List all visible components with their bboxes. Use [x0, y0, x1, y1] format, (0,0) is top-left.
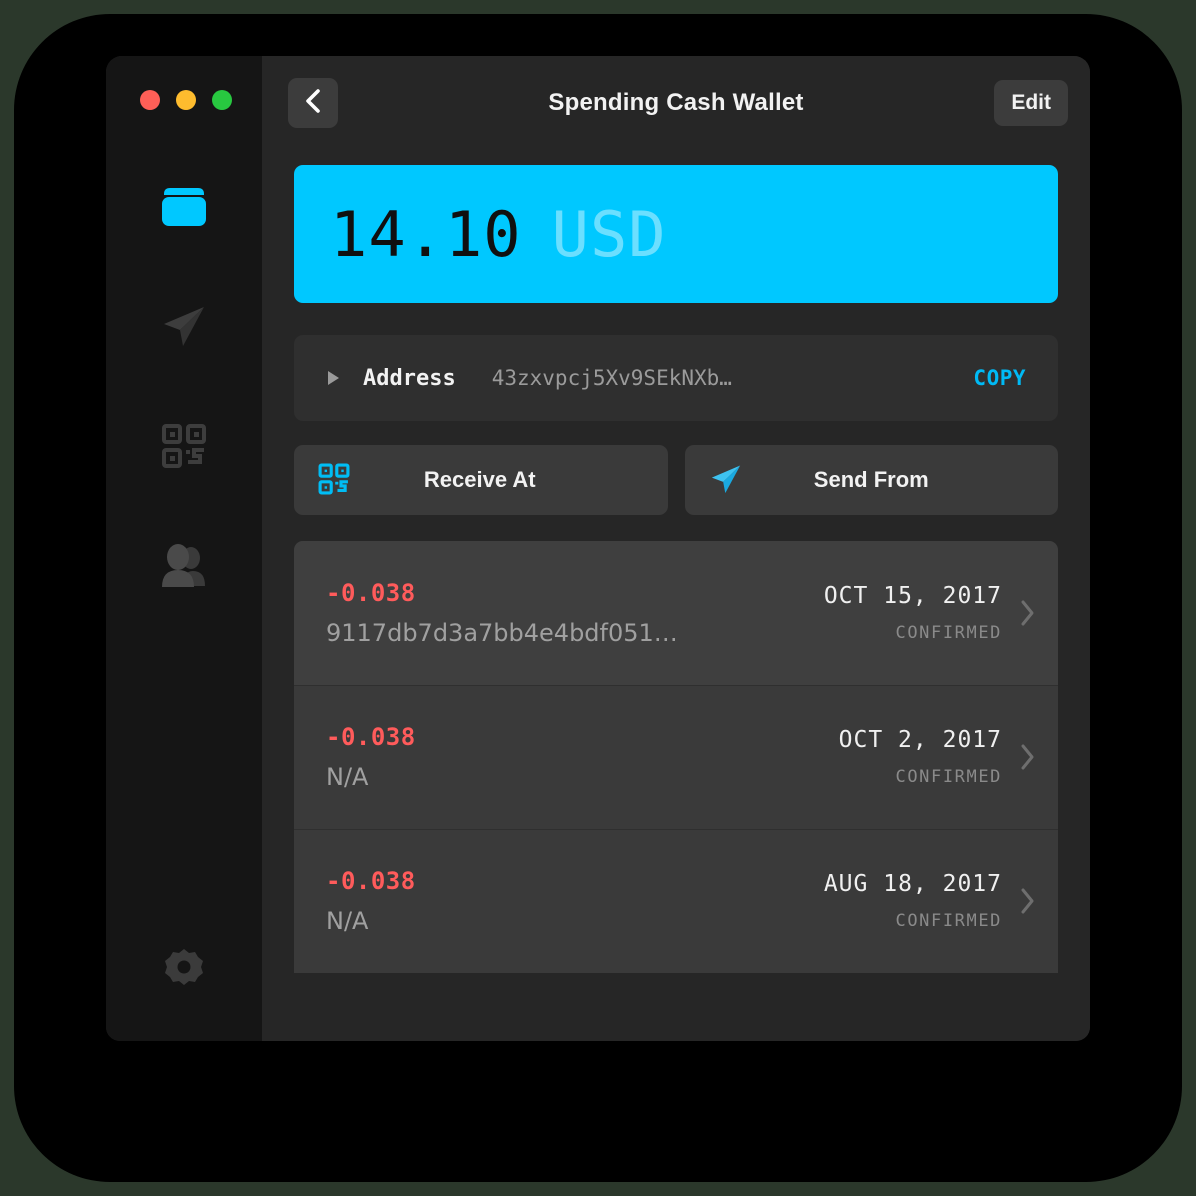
edit-button[interactable]: Edit — [994, 80, 1068, 126]
status-badge: CONFIRMED — [895, 911, 1002, 931]
sidebar-item-wallet[interactable] — [148, 172, 220, 244]
sidebar — [106, 56, 262, 1041]
sidebar-nav — [148, 172, 220, 604]
chevron-right-icon — [1020, 743, 1036, 771]
table-row[interactable]: -0.038 N/A OCT 2, 2017 CONFIRMED — [294, 685, 1058, 829]
transaction-hash: 9117db7d3a7bb4e4bdf051… — [326, 619, 678, 647]
transaction-secondary: AUG 18, 2017 CONFIRMED — [824, 871, 1002, 931]
close-window-button[interactable] — [140, 90, 160, 110]
sidebar-item-receive[interactable] — [148, 412, 220, 484]
transaction-date: OCT 15, 2017 — [824, 583, 1002, 609]
transaction-date: AUG 18, 2017 — [824, 871, 1002, 897]
contacts-icon — [159, 544, 209, 593]
balance-card[interactable]: 14.10 USD — [294, 165, 1058, 303]
table-row[interactable]: -0.038 N/A AUG 18, 2017 CONFIRMED — [294, 829, 1058, 973]
status-badge: CONFIRMED — [895, 767, 1002, 787]
chevron-right-icon — [1020, 887, 1036, 915]
send-icon — [160, 302, 208, 355]
sidebar-footer — [106, 933, 262, 1005]
transaction-hash: N/A — [326, 763, 416, 791]
copy-address-button[interactable]: COPY — [967, 365, 1032, 391]
qr-code-icon — [318, 463, 350, 498]
triangle-right-icon[interactable] — [328, 371, 339, 385]
transaction-list: -0.038 9117db7d3a7bb4e4bdf051… OCT 15, 2… — [294, 541, 1058, 973]
transaction-date: OCT 2, 2017 — [839, 727, 1002, 753]
qr-code-icon — [161, 423, 207, 474]
receive-at-button[interactable]: Receive At — [294, 445, 668, 515]
chevron-left-icon — [304, 88, 322, 117]
back-button[interactable] — [288, 78, 338, 128]
sidebar-item-contacts[interactable] — [148, 532, 220, 604]
transaction-primary: -0.038 N/A — [326, 867, 416, 935]
page-title: Spending Cash Wallet — [262, 89, 1090, 117]
send-from-label: Send From — [743, 467, 1001, 493]
main-panel: Spending Cash Wallet Edit 14.10 USD Addr… — [262, 56, 1090, 1041]
table-row[interactable]: -0.038 9117db7d3a7bb4e4bdf051… OCT 15, 2… — [294, 541, 1058, 685]
minimize-window-button[interactable] — [176, 90, 196, 110]
status-badge: CONFIRMED — [895, 623, 1002, 643]
send-icon — [709, 462, 743, 499]
transaction-amount: -0.038 — [326, 579, 678, 607]
sidebar-item-send[interactable] — [148, 292, 220, 364]
address-label: Address — [363, 366, 456, 391]
transaction-amount: -0.038 — [326, 867, 416, 895]
transaction-secondary: OCT 15, 2017 CONFIRMED — [824, 583, 1002, 643]
transaction-hash: N/A — [326, 907, 416, 935]
maximize-window-button[interactable] — [212, 90, 232, 110]
window-controls — [110, 90, 232, 110]
balance-amount: 14.10 — [330, 198, 522, 271]
gear-icon — [164, 947, 204, 992]
transaction-primary: -0.038 9117db7d3a7bb4e4bdf051… — [326, 579, 678, 647]
balance-currency: USD — [552, 198, 667, 271]
sidebar-item-settings[interactable] — [148, 933, 220, 1005]
transaction-primary: -0.038 N/A — [326, 723, 416, 791]
titlebar: Spending Cash Wallet Edit — [262, 56, 1090, 149]
address-value: 43zxvpcj5Xv9SEkNXb… — [492, 366, 732, 390]
send-from-button[interactable]: Send From — [685, 445, 1059, 515]
chevron-right-icon — [1020, 599, 1036, 627]
transaction-secondary: OCT 2, 2017 CONFIRMED — [839, 727, 1002, 787]
action-buttons: Receive At Send From — [294, 445, 1058, 515]
address-card: Address 43zxvpcj5Xv9SEkNXb… COPY — [294, 335, 1058, 421]
receive-at-label: Receive At — [350, 467, 610, 493]
transaction-amount: -0.038 — [326, 723, 416, 751]
app-window: Spending Cash Wallet Edit 14.10 USD Addr… — [106, 56, 1090, 1041]
wallet-icon — [160, 184, 208, 233]
